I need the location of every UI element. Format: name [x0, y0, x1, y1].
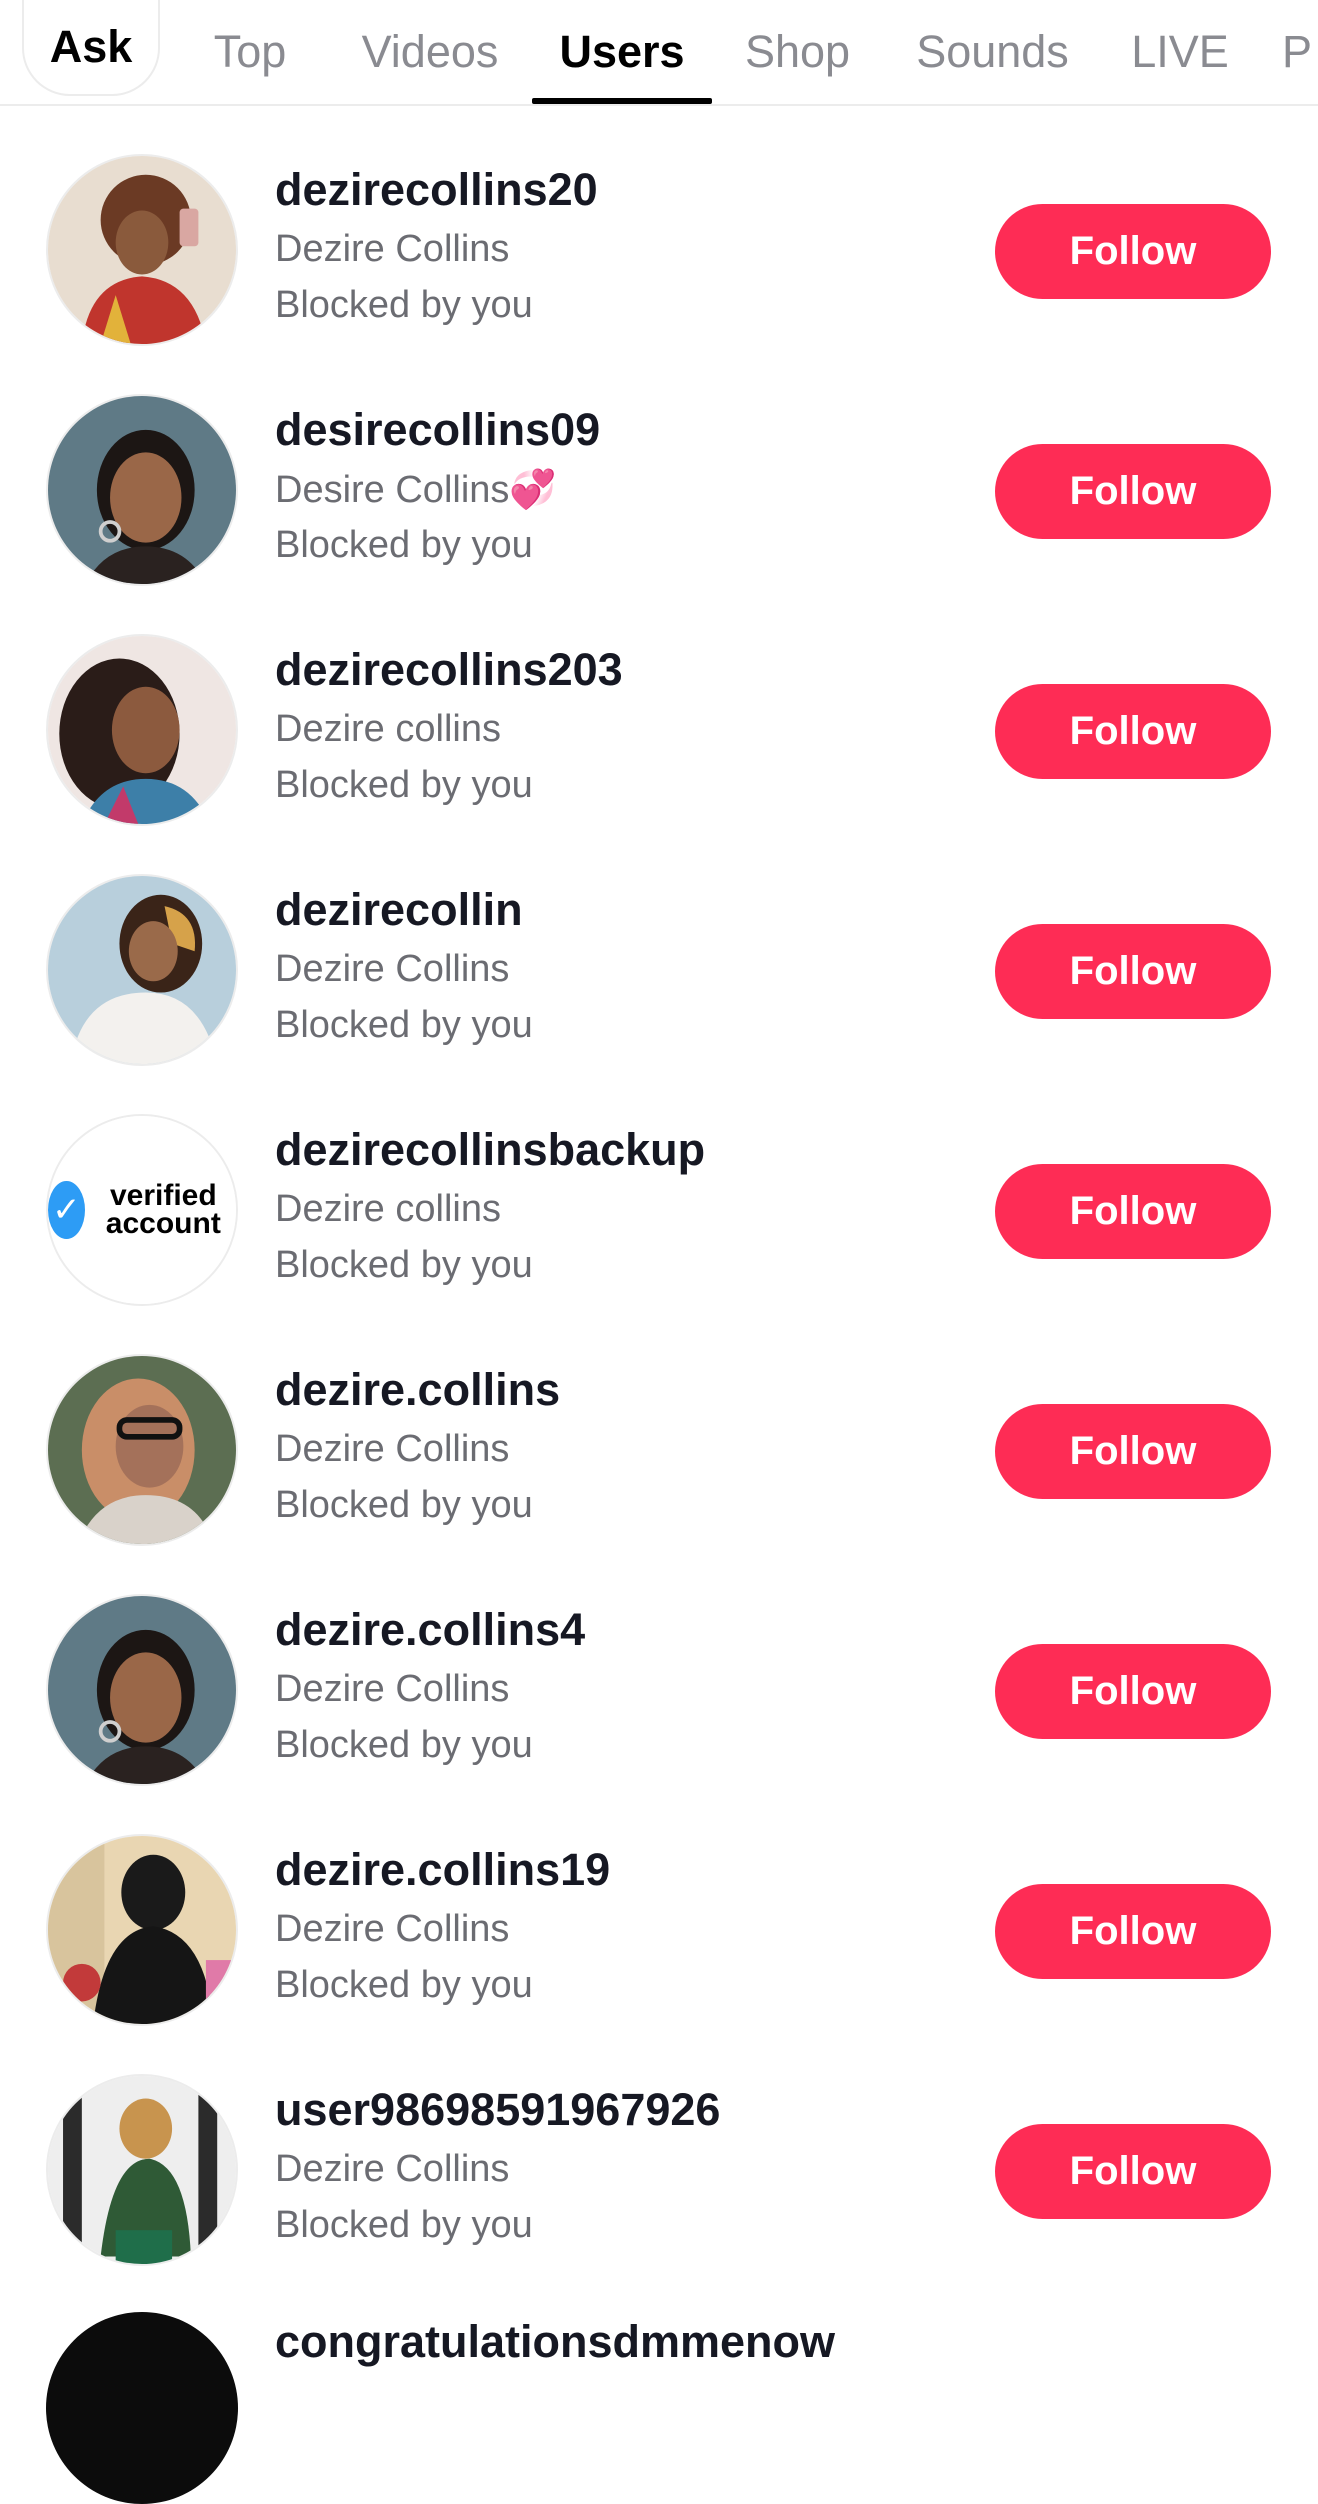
username: dezirecollin [275, 884, 523, 935]
display-name: Dezire collins [275, 708, 501, 750]
blocked-status: Blocked by you [275, 764, 533, 806]
verified-logo-text: verified account [105, 1179, 221, 1240]
avatar[interactable] [46, 874, 238, 1066]
user-row[interactable]: ✓ verified account dezirecollinsbackup D… [0, 1066, 1318, 1306]
follow-button[interactable]: Follow [995, 1164, 1271, 1259]
follow-button[interactable]: Follow [995, 2124, 1271, 2219]
follow-button[interactable]: Follow [995, 1644, 1271, 1739]
display-name: Dezire Collins [275, 228, 510, 270]
username: dezirecollins203 [275, 644, 623, 695]
user-row[interactable]: dezire.collins Dezire Collins Blocked by… [0, 1306, 1318, 1546]
username: desirecollins09 [275, 404, 601, 455]
follow-button[interactable]: Follow [995, 924, 1271, 1019]
user-row[interactable]: dezirecollins203 Dezire collins Blocked … [0, 586, 1318, 826]
tab-sounds[interactable]: Sounds [900, 0, 1085, 104]
avatar[interactable]: ✓ verified account [46, 1114, 238, 1306]
user-row[interactable]: dezirecollin Dezire Collins Blocked by y… [0, 826, 1318, 1066]
search-tabs-bar: Ask Top Videos Users Shop Sounds LIVE P [0, 0, 1318, 106]
display-name: Desire Collins💞 [275, 469, 557, 511]
tab-videos[interactable]: Videos [340, 0, 520, 104]
user-row[interactable]: dezirecollins20 Dezire Collins Blocked b… [0, 106, 1318, 346]
display-name: Dezire Collins [275, 1908, 510, 1950]
display-name: Dezire Collins [275, 1428, 510, 1470]
avatar[interactable] [46, 2074, 238, 2266]
blocked-status: Blocked by you [275, 1964, 533, 2006]
avatar[interactable] [46, 154, 238, 346]
username: dezirecollinsbackup [275, 1124, 706, 1175]
tab-ask[interactable]: Ask [22, 0, 160, 96]
follow-button[interactable]: Follow [995, 444, 1271, 539]
display-name: Dezire Collins [275, 948, 510, 990]
avatar[interactable] [46, 1594, 238, 1786]
tab-users[interactable]: Users [532, 0, 712, 104]
blocked-status: Blocked by you [275, 1004, 533, 1046]
avatar[interactable] [46, 394, 238, 586]
blocked-status: Blocked by you [275, 284, 533, 326]
follow-button[interactable]: Follow [995, 1884, 1271, 1979]
active-tab-underline [532, 98, 712, 104]
display-name: Dezire Collins [275, 2148, 510, 2190]
user-row[interactable]: desirecollins09 Desire Collins💞 Blocked … [0, 346, 1318, 586]
blocked-status: Blocked by you [275, 524, 533, 566]
avatar[interactable] [46, 634, 238, 826]
tab-live[interactable]: LIVE [1120, 0, 1240, 104]
verified-account-logo: ✓ verified account [48, 1116, 236, 1304]
follow-button[interactable]: Follow [995, 684, 1271, 779]
blocked-status: Blocked by you [275, 1244, 533, 1286]
follow-button[interactable]: Follow [995, 1404, 1271, 1499]
avatar[interactable] [46, 1354, 238, 1546]
username: dezire.collins19 [275, 1844, 611, 1895]
tab-shop[interactable]: Shop [730, 0, 865, 104]
user-row[interactable]: user98698591967926 Dezire Collins Blocke… [0, 2026, 1318, 2266]
blocked-status: Blocked by you [275, 1484, 533, 1526]
user-row[interactable]: dezire.collins4 Dezire Collins Blocked b… [0, 1546, 1318, 1786]
display-name: Dezire collins [275, 1188, 501, 1230]
tab-top[interactable]: Top [190, 0, 310, 104]
follow-button[interactable]: Follow [995, 204, 1271, 299]
username-partial: congratulationsdmmenow [275, 2316, 836, 2367]
username: dezire.collins [275, 1364, 561, 1415]
username: dezirecollins20 [275, 164, 598, 215]
display-name: Dezire Collins [275, 1668, 510, 1710]
username: dezire.collins4 [275, 1604, 586, 1655]
tab-partial[interactable]: P [1282, 0, 1318, 104]
blocked-status: Blocked by you [275, 2204, 533, 2246]
username: user98698591967926 [275, 2084, 721, 2135]
user-row[interactable]: dezire.collins19 Dezire Collins Blocked … [0, 1786, 1318, 2026]
verified-badge-icon: ✓ [48, 1181, 85, 1239]
blocked-status: Blocked by you [275, 1724, 533, 1766]
avatar-partial[interactable] [46, 2312, 238, 2504]
avatar[interactable] [46, 1834, 238, 2026]
